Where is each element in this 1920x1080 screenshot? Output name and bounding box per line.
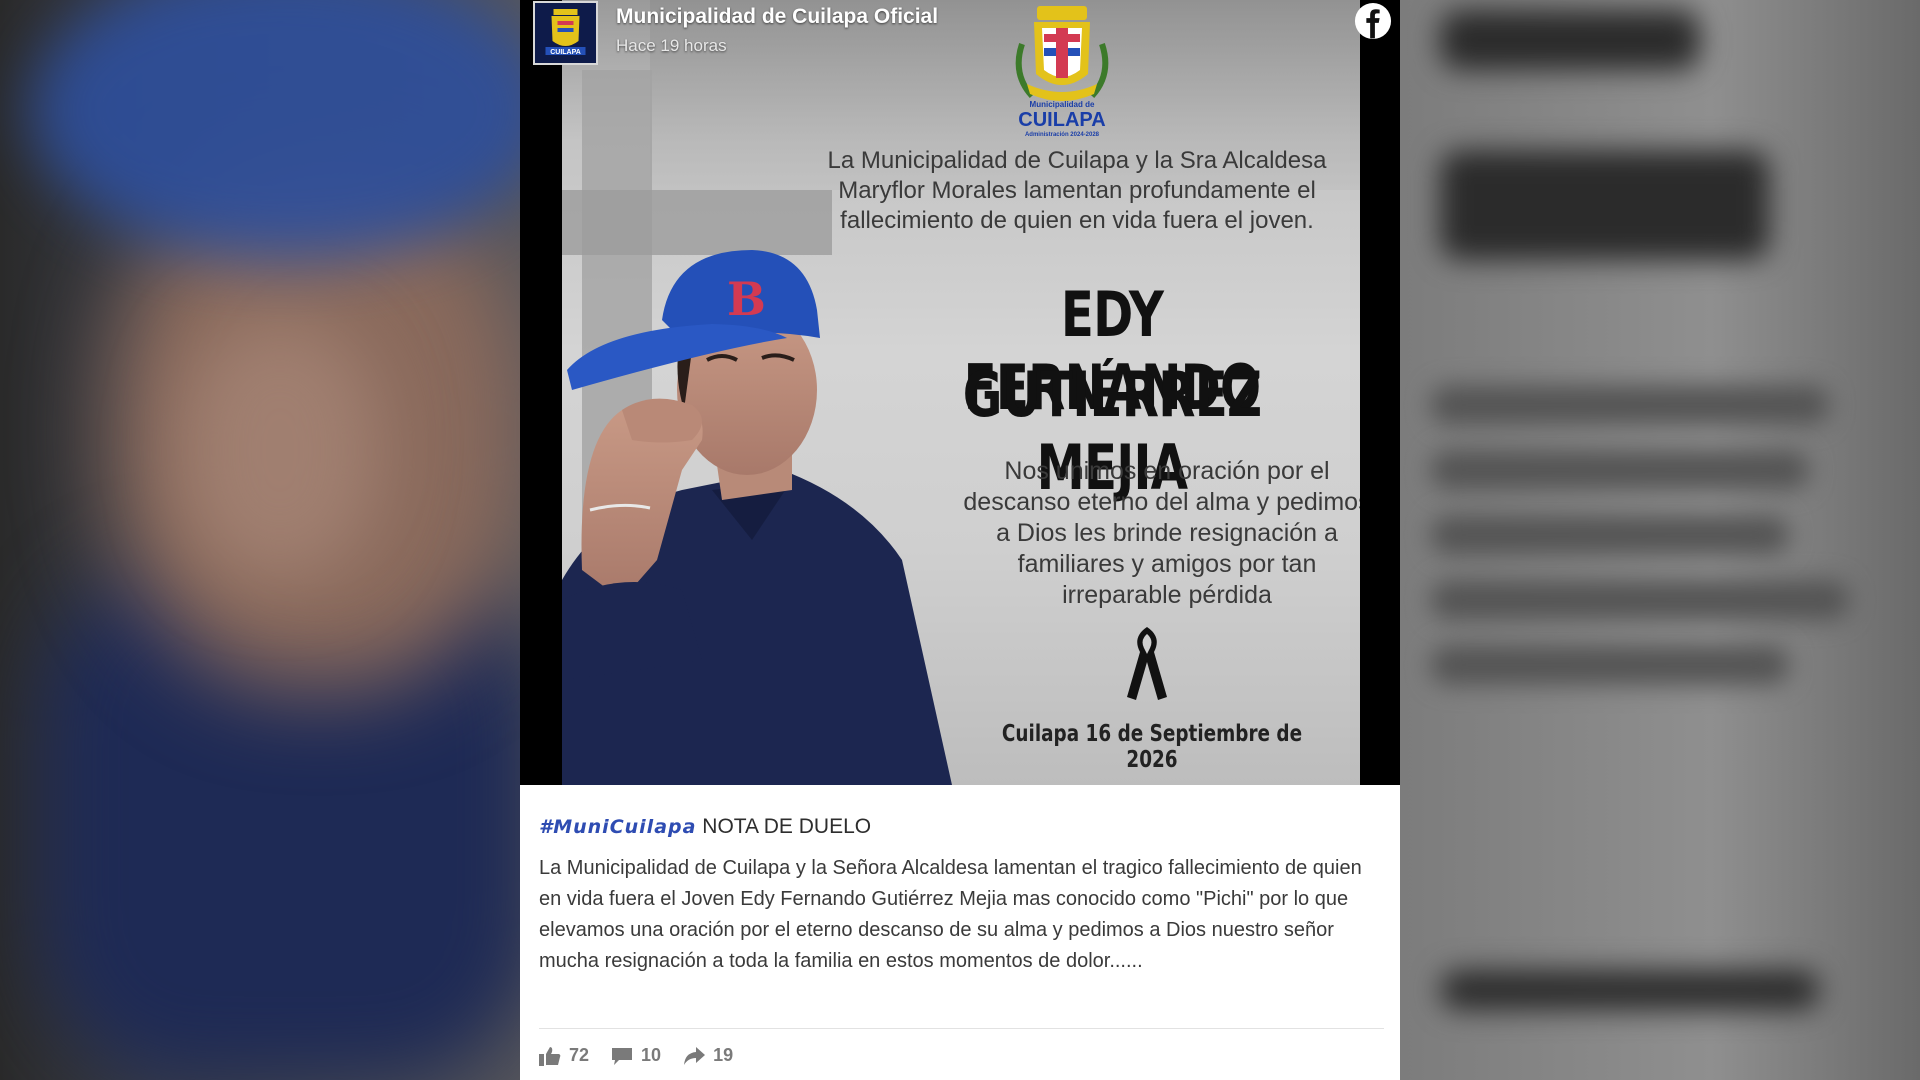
poster-message-bottom: Nos unimos en oración por el descanso et… (963, 457, 1360, 609)
caption-title: NOTA DE DUELO (702, 815, 872, 838)
mourning-ribbon-icon (1127, 627, 1167, 700)
crest-label: Municipalidad de CUILAPA Administración … (1018, 100, 1106, 138)
comment-count: 10 (641, 1045, 662, 1065)
share-icon (684, 1046, 706, 1065)
svg-text:CUILAPA: CUILAPA (550, 49, 581, 56)
page-avatar[interactable]: CUILAPA (533, 1, 598, 65)
facebook-post: B Municipalidad de CUILAPA Administració… (520, 0, 1400, 1080)
caption-body: La Municipalidad de Cuilapa y la Señora … (539, 857, 1362, 972)
person-photo: B (562, 250, 952, 785)
post-timestamp[interactable]: Hace 19 horas (616, 36, 727, 56)
like-count: 72 (569, 1045, 590, 1065)
hashtag-link[interactable]: #MuniCuilapa (539, 816, 696, 838)
municipality-crest-icon: CUILAPA (545, 9, 586, 56)
divider (539, 1028, 1384, 1029)
svg-text:B: B (727, 272, 766, 326)
post-image[interactable]: B Municipalidad de CUILAPA Administració… (520, 0, 1400, 785)
post-caption: #MuniCuilapa NOTA DE DUELO La Municipali… (539, 815, 1384, 977)
like-button[interactable]: 72 (539, 1045, 589, 1066)
poster-message-top: La Municipalidad de Cuilapa y la Sra Alc… (827, 147, 1327, 234)
page-name-link[interactable]: Municipalidad de Cuilapa Oficial (616, 5, 938, 29)
poster-date: Cuilapa 16 de Septiembre de 2026 (1001, 721, 1303, 773)
comment-button[interactable]: 10 (611, 1045, 661, 1066)
facebook-icon[interactable] (1354, 2, 1392, 40)
caption-heading: #MuniCuilapa NOTA DE DUELO (539, 815, 1384, 839)
share-count: 19 (713, 1045, 734, 1065)
blurred-background-left (0, 0, 520, 1080)
post-header: CUILAPA Municipalidad de Cuilapa Oficial… (520, 0, 1400, 70)
reaction-bar: 72 10 19 (539, 1045, 733, 1066)
blurred-background-right (1400, 0, 1920, 1080)
thumbs-up-icon (539, 1046, 561, 1066)
condolence-poster: B Municipalidad de CUILAPA Administració… (562, 0, 1360, 785)
comment-icon (612, 1047, 633, 1065)
share-button[interactable]: 19 (683, 1045, 733, 1066)
